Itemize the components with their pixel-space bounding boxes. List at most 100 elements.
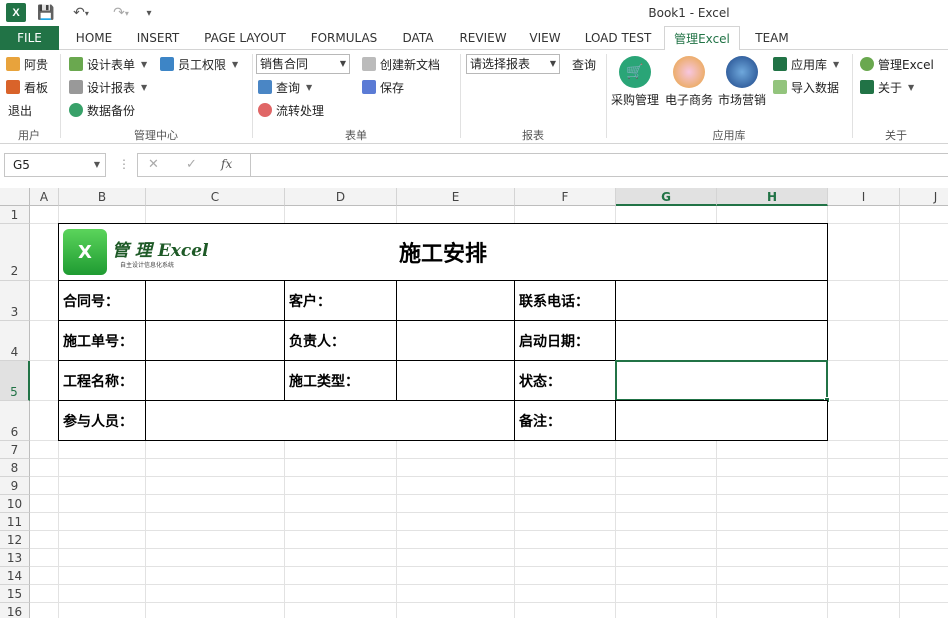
marketing-icon (726, 56, 758, 88)
tab-page-layout[interactable]: PAGE LAYOUT (196, 26, 294, 50)
row-header[interactable]: 14 (0, 567, 30, 585)
tab-insert[interactable]: INSERT (128, 26, 188, 50)
column-header[interactable]: J (900, 188, 948, 206)
input-project-name[interactable] (145, 360, 285, 401)
formula-input[interactable] (250, 153, 948, 177)
data-backup-button[interactable]: 数据备份 (69, 100, 135, 120)
group-label-apps: 应用库 (712, 129, 746, 142)
row-header[interactable]: 5 (0, 361, 30, 401)
row-header[interactable]: 13 (0, 549, 30, 567)
input-manager[interactable] (396, 320, 515, 361)
row-header[interactable]: 15 (0, 585, 30, 603)
group-label-user: 用户 (18, 129, 40, 142)
logout-button[interactable]: 退出 (8, 100, 32, 120)
row-header[interactable]: 1 (0, 206, 30, 224)
tab-file[interactable]: FILE (0, 26, 59, 50)
import-icon (773, 80, 787, 94)
separator (460, 54, 461, 138)
column-header[interactable]: C (146, 188, 285, 206)
ecommerce-button[interactable]: 电子商务 (665, 56, 713, 108)
label-phone: 联系电话： (514, 280, 616, 321)
tab-home[interactable]: HOME (66, 26, 122, 50)
query-button[interactable]: 查询 ▼ (258, 77, 312, 97)
new-document-button[interactable]: 创建新文档 (362, 54, 440, 74)
tab-review[interactable]: REVIEW (452, 26, 514, 50)
kanban-button[interactable]: 看板 (6, 77, 48, 97)
home-icon (860, 80, 874, 94)
column-header[interactable]: H (717, 188, 828, 206)
group-label-mgmt: 管理中心 (134, 129, 178, 142)
workflow-button[interactable]: 流转处理 (258, 100, 324, 120)
drag-handle-icon[interactable]: ⋮ (118, 157, 130, 171)
chevron-down-icon: ▼ (549, 59, 556, 68)
row-header[interactable]: 7 (0, 441, 30, 459)
import-data-button[interactable]: 导入数据 (773, 77, 839, 97)
tab-formulas[interactable]: FORMULAS (302, 26, 386, 50)
input-phone[interactable] (615, 280, 828, 321)
tab-data[interactable]: DATA (394, 26, 442, 50)
marketing-button[interactable]: 市场营销 (718, 56, 766, 108)
chevron-down-icon: ▼ (339, 59, 346, 68)
about-button[interactable]: 关于 ▼ (860, 77, 914, 97)
column-header[interactable]: D (285, 188, 397, 206)
input-participants[interactable] (145, 400, 515, 441)
column-header[interactable]: A (30, 188, 59, 206)
input-contract-no[interactable] (145, 280, 285, 321)
insert-function-icon[interactable]: fx (221, 157, 232, 171)
worksheet-grid[interactable]: A B C D E F G H I J 1 2 3 4 5 6 7 8 9 10… (0, 188, 948, 618)
input-remarks[interactable] (615, 400, 828, 441)
ecommerce-icon (673, 56, 705, 88)
name-box[interactable]: G5 ▼ (4, 153, 106, 177)
workflow-icon (258, 103, 272, 117)
column-header[interactable]: F (515, 188, 616, 206)
staff-permission-button[interactable]: 员工权限 ▼ (160, 54, 238, 74)
cancel-icon[interactable]: ✕ (148, 157, 159, 172)
label-work-order: 施工单号： (58, 320, 146, 361)
label-participants: 参与人员： (58, 400, 146, 441)
row-header[interactable]: 3 (0, 281, 30, 321)
row-header[interactable]: 11 (0, 513, 30, 531)
input-customer[interactable] (396, 280, 515, 321)
user-button[interactable]: 阿贵 (6, 54, 48, 74)
report-query-button[interactable]: 查询 (572, 54, 596, 74)
row-header[interactable]: 10 (0, 495, 30, 513)
group-label-form: 表单 (345, 129, 367, 142)
column-header[interactable]: G (616, 188, 717, 206)
row-header[interactable]: 2 (0, 224, 30, 281)
select-all-corner[interactable] (0, 188, 30, 206)
save-icon (362, 80, 376, 94)
design-report-button[interactable]: 设计报表 ▼ (69, 77, 147, 97)
ribbon-tabs: FILE HOME INSERT PAGE LAYOUT FORMULAS DA… (0, 26, 948, 51)
label-manager: 负责人： (284, 320, 397, 361)
row-header[interactable]: 4 (0, 321, 30, 361)
ribbon: 阿贵 看板 退出 用户 设计表单 ▼ 员工权限 ▼ 设计报表 ▼ 数据备份 管理中心 … (0, 50, 948, 144)
guanli-excel-button[interactable]: 管理Excel (860, 54, 934, 74)
input-work-order[interactable] (145, 320, 285, 361)
enter-icon[interactable]: ✓ (186, 157, 197, 172)
row-header[interactable]: 6 (0, 401, 30, 441)
tab-guanli-excel[interactable]: 管理Excel (664, 26, 740, 51)
tab-load-test[interactable]: LOAD TEST (578, 26, 658, 50)
app-library-button[interactable]: 应用库 ▼ (773, 54, 839, 74)
label-status: 状态： (514, 360, 616, 401)
form-select[interactable]: 销售合同 ▼ (256, 54, 350, 74)
save-form-button[interactable]: 保存 (362, 77, 404, 97)
column-header[interactable]: B (59, 188, 146, 206)
tab-team[interactable]: TEAM (746, 26, 798, 50)
column-header[interactable]: I (828, 188, 900, 206)
separator (852, 54, 853, 138)
input-status-selected[interactable] (615, 360, 828, 401)
query-icon (258, 80, 272, 94)
row-header[interactable]: 9 (0, 477, 30, 495)
tab-view[interactable]: VIEW (522, 26, 568, 50)
input-start-date[interactable] (615, 320, 828, 361)
permission-icon (160, 57, 174, 71)
row-header[interactable]: 8 (0, 459, 30, 477)
row-header[interactable]: 16 (0, 603, 30, 618)
design-form-button[interactable]: 设计表单 ▼ (69, 54, 147, 74)
column-header[interactable]: E (397, 188, 515, 206)
input-work-type[interactable] (396, 360, 515, 401)
purchase-button[interactable]: 🛒 采购管理 (611, 56, 659, 108)
report-select[interactable]: 请选择报表 ▼ (466, 54, 560, 74)
row-header[interactable]: 12 (0, 531, 30, 549)
